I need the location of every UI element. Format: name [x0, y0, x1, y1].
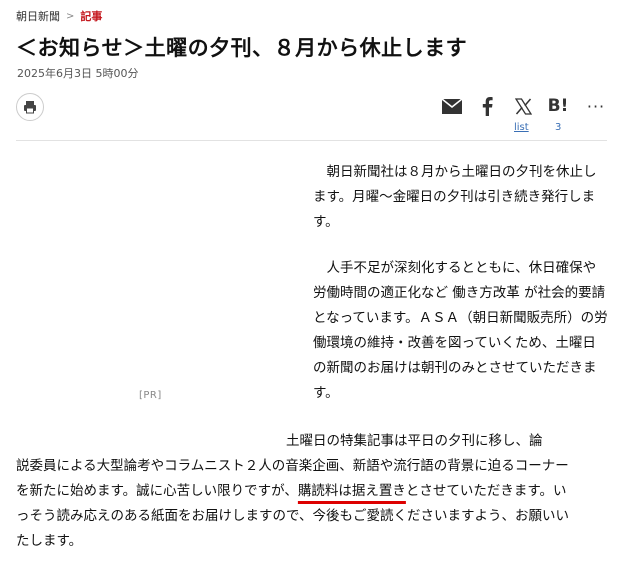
share-facebook-button[interactable]	[477, 96, 497, 116]
breadcrumb-current-link[interactable]: 記事	[80, 8, 102, 24]
ad-pr-label: [PR]	[139, 390, 162, 401]
share-more-button[interactable]: ···	[585, 96, 607, 116]
mail-icon	[442, 98, 462, 114]
header-divider	[16, 140, 607, 141]
paragraph-3-line-3: を新たに始めます。誠に心苦しい限りですが、購読料は据え置きとさせていただきます。…	[16, 479, 610, 504]
article-title: ＜お知らせ＞土曜の夕刊、８月から休止します	[16, 36, 468, 60]
hatena-bookmark-icon: B!	[547, 96, 569, 116]
paragraph-3-line-2: 説委員による大型論考やコラムニスト２人の音楽企画、新語や流行語の背景に迫るコーナ…	[16, 458, 569, 474]
paragraph-3-line-3-after: とさせていただきます。い	[405, 483, 567, 499]
paragraph-3-line-4: っそう読み応えのある紙面をお届けしますので、今後もご愛読くださいますよう、お願い…	[16, 508, 569, 524]
breadcrumb: 朝日新聞 > 記事	[16, 8, 102, 24]
article-paragraph-3: 土曜日の特集記事は平日の夕刊に移し、論 説委員による大型論考やコラムニスト２人の…	[16, 429, 610, 554]
article-paragraph-2: 人手不足が深刻化するとともに、休日確保や労働時間の適正化など 働き方改革 が社会…	[313, 260, 608, 401]
hatena-list-link[interactable]: list	[514, 122, 529, 133]
share-hatena-bookmark-button[interactable]: B!	[547, 96, 569, 116]
breadcrumb-home-link[interactable]: 朝日新聞	[16, 8, 60, 24]
breadcrumb-separator: >	[66, 10, 75, 22]
print-button[interactable]	[16, 93, 44, 121]
article-date: 2025年6月3日 5時00分	[17, 67, 139, 80]
paragraph-3-line-3-before: を新たに始めます。誠に心苦しい限りですが、	[16, 483, 298, 499]
share-x-button[interactable]	[512, 96, 534, 116]
paragraph-3-line-1: 土曜日の特集記事は平日の夕刊に移し、論	[16, 433, 543, 449]
share-mail-button[interactable]	[441, 96, 463, 116]
hatena-bookmark-count[interactable]: 3	[555, 122, 561, 133]
article-paragraph-1: 朝日新聞社は８月から土曜日の夕刊を休止します。月曜～金曜日の夕刊は引き続き発行し…	[313, 164, 597, 230]
print-icon	[24, 101, 36, 114]
paragraph-3-line-5: たします。	[16, 533, 83, 549]
x-icon	[514, 97, 532, 115]
more-icon: ···	[586, 96, 606, 116]
highlighted-phrase: 購読料は据え置き	[297, 483, 406, 499]
facebook-icon	[482, 96, 493, 116]
